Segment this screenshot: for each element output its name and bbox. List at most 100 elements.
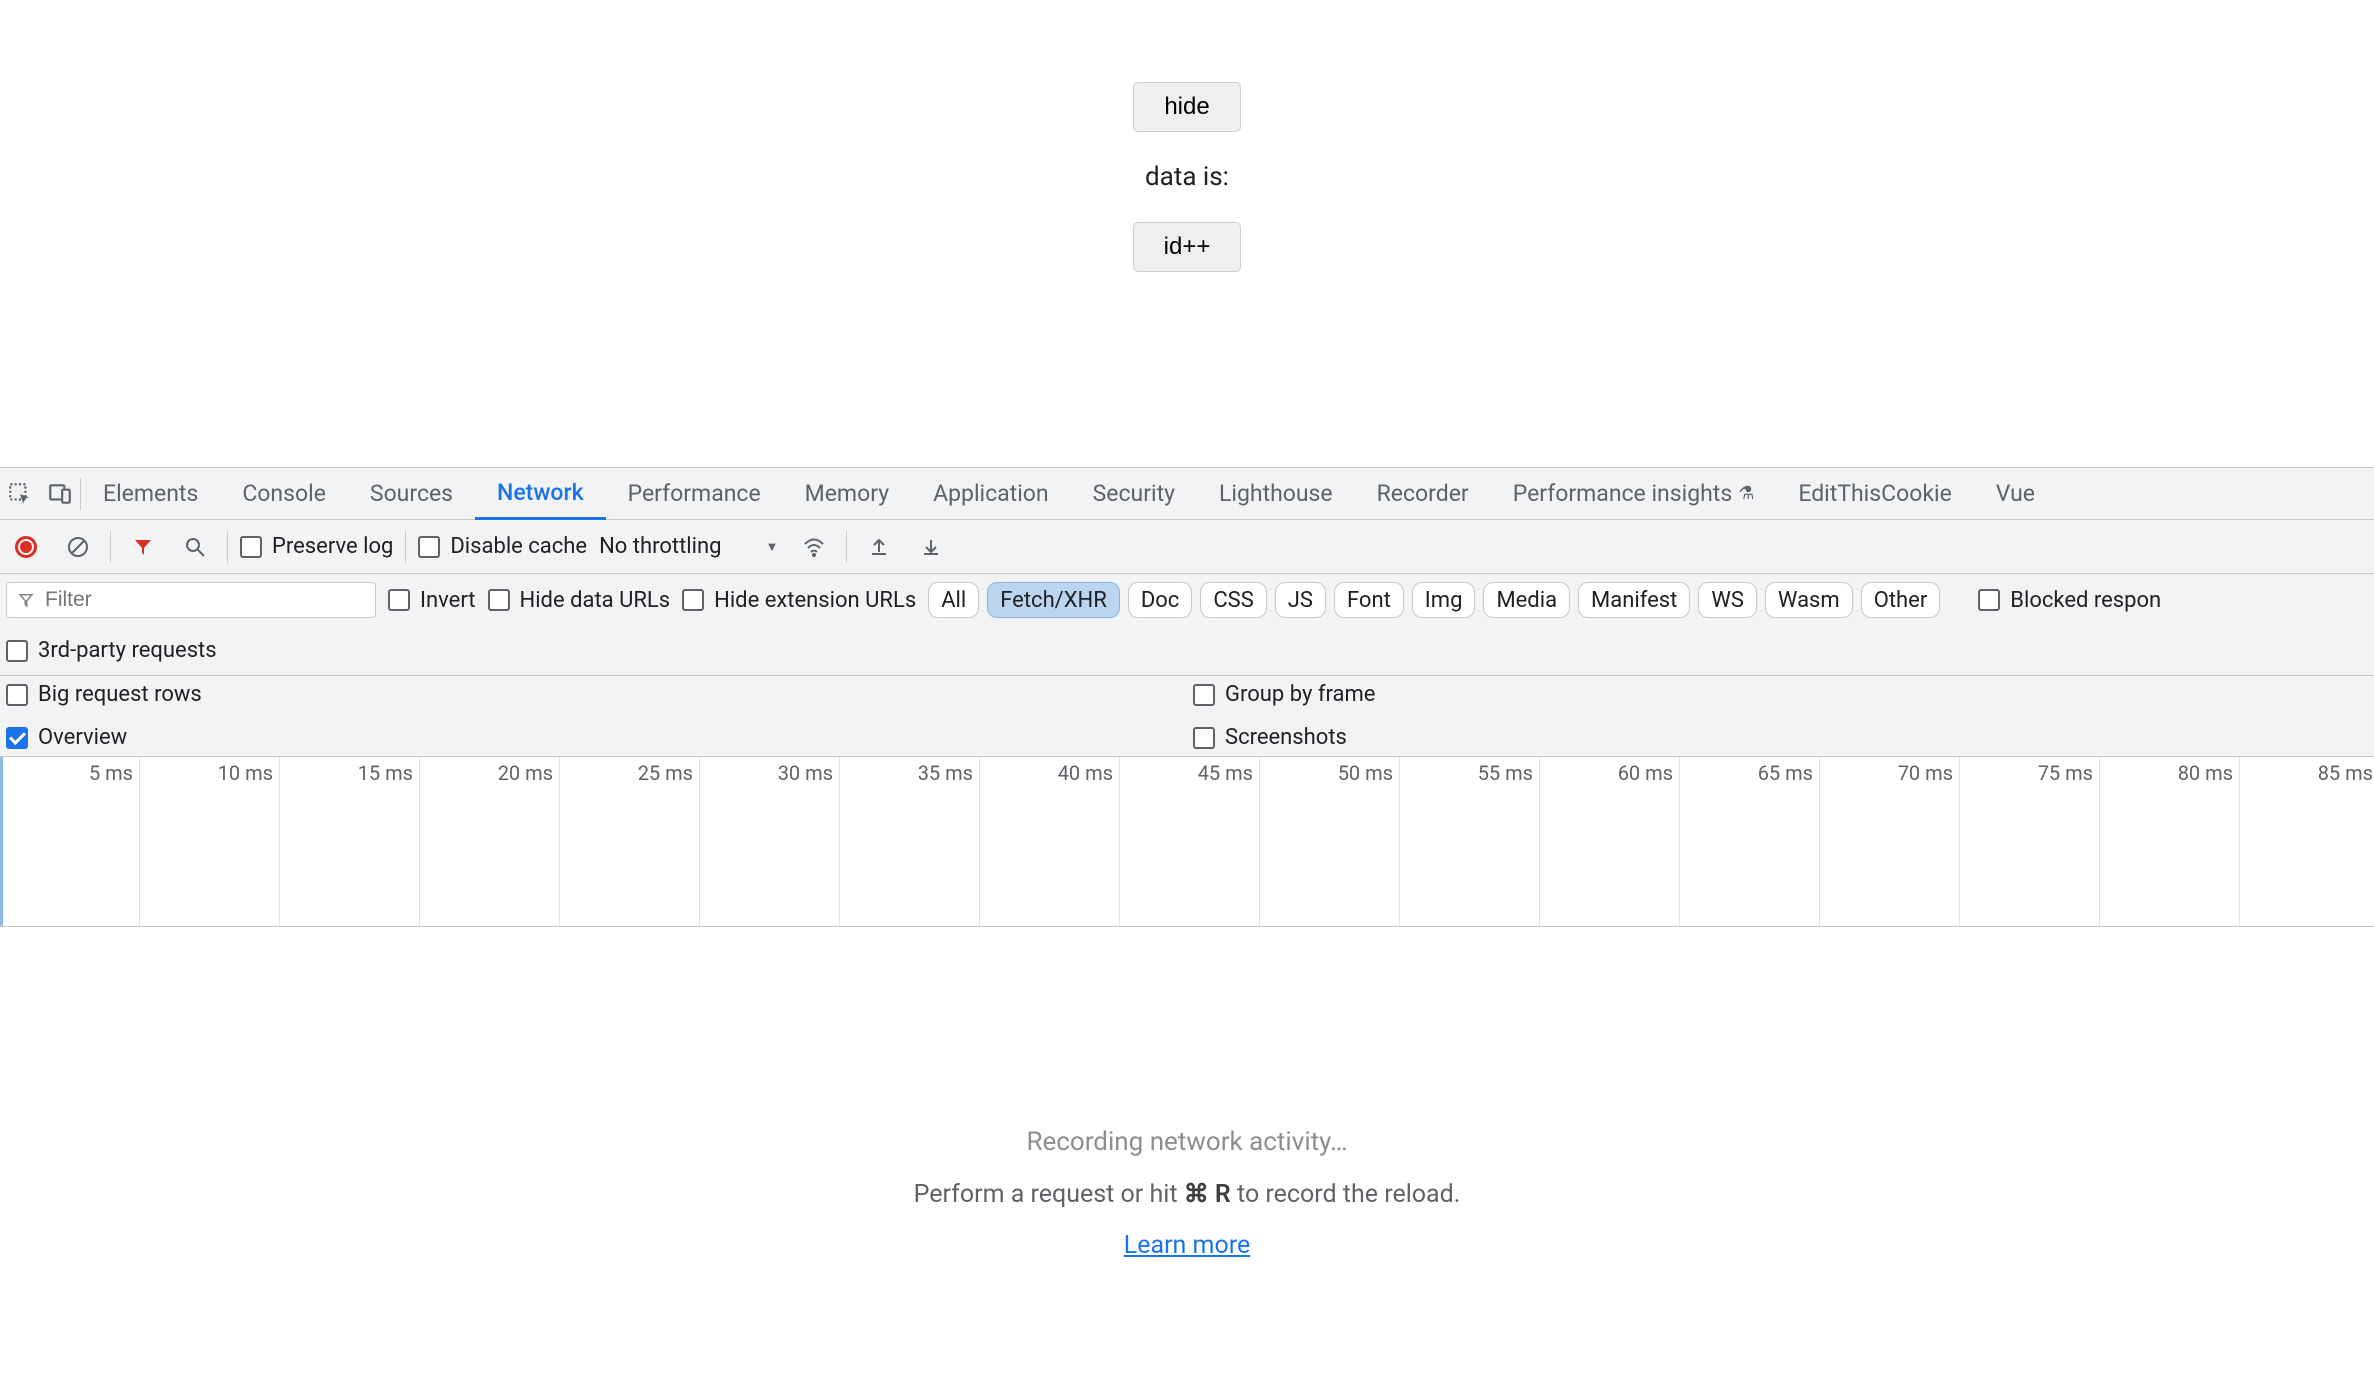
network-filter-bar: Invert Hide data URLs Hide extension URL…	[0, 574, 2374, 626]
throttling-value: No throttling	[599, 534, 721, 559]
pill-ws[interactable]: WS	[1698, 582, 1757, 618]
inspect-element-icon[interactable]	[0, 473, 40, 515]
tab-application[interactable]: Application	[911, 468, 1071, 520]
timeline-tick: 5 ms	[0, 757, 140, 926]
timeline-tick: 55 ms	[1400, 757, 1540, 926]
timeline-tick: 65 ms	[1680, 757, 1820, 926]
hide-data-urls-checkbox[interactable]: Hide data URLs	[488, 588, 671, 613]
big-request-rows-label: Big request rows	[38, 682, 202, 707]
pill-img[interactable]: Img	[1412, 582, 1476, 618]
toolbar-divider	[227, 531, 228, 563]
hide-extension-urls-checkbox[interactable]: Hide extension URLs	[682, 588, 916, 613]
pill-all[interactable]: All	[928, 582, 979, 618]
pill-js[interactable]: JS	[1275, 582, 1326, 618]
flask-icon: ⚗	[1738, 483, 1754, 504]
recording-text: Recording network activity…	[1026, 1127, 1347, 1157]
timeline-tick: 25 ms	[560, 757, 700, 926]
invert-label: Invert	[420, 588, 476, 613]
pill-wasm[interactable]: Wasm	[1765, 582, 1853, 618]
hide-data-urls-label: Hide data URLs	[520, 588, 671, 613]
tab-sources[interactable]: Sources	[348, 468, 475, 520]
pill-other[interactable]: Other	[1861, 582, 1941, 618]
group-by-frame-checkbox[interactable]: Group by frame	[1193, 682, 2368, 707]
clear-button[interactable]	[58, 527, 98, 567]
timeline-tick: 20 ms	[420, 757, 560, 926]
download-har-icon[interactable]	[911, 527, 951, 567]
tab-performance-insights[interactable]: Performance insights⚗	[1491, 468, 1777, 520]
tab-vue[interactable]: Vue	[1974, 468, 2057, 520]
pill-css[interactable]: CSS	[1200, 582, 1266, 618]
record-button[interactable]	[6, 527, 46, 567]
data-is-text: data is:	[1145, 162, 1229, 192]
timeline-tick: 30 ms	[700, 757, 840, 926]
tab-recorder[interactable]: Recorder	[1355, 468, 1491, 520]
hide-button[interactable]: hide	[1133, 82, 1240, 132]
timeline-tick: 45 ms	[1120, 757, 1260, 926]
network-conditions-icon[interactable]	[794, 527, 834, 567]
toolbar-divider	[405, 531, 406, 563]
tabs-container: ElementsConsoleSourcesNetworkPerformance…	[81, 468, 2057, 520]
toolbar-divider	[846, 531, 847, 563]
empty-state: Recording network activity… Perform a re…	[0, 927, 2374, 1387]
overview-checkbox[interactable]: Overview	[6, 725, 1181, 750]
pill-media[interactable]: Media	[1483, 582, 1570, 618]
funnel-icon	[17, 591, 35, 609]
devtools-tab-strip: ElementsConsoleSourcesNetworkPerformance…	[0, 468, 2374, 520]
tab-console[interactable]: Console	[220, 468, 348, 520]
timeline-tick: 80 ms	[2100, 757, 2240, 926]
toolbar-divider	[110, 531, 111, 563]
hide-extension-urls-label: Hide extension URLs	[714, 588, 916, 613]
third-party-checkbox[interactable]: 3rd-party requests	[6, 638, 217, 663]
search-icon[interactable]	[175, 527, 215, 567]
tab-security[interactable]: Security	[1071, 468, 1197, 520]
tab-lighthouse[interactable]: Lighthouse	[1197, 468, 1355, 520]
timeline-tick: 60 ms	[1540, 757, 1680, 926]
overview-label: Overview	[38, 725, 127, 750]
blocked-response-checkbox[interactable]: Blocked respon	[1978, 588, 2161, 613]
timeline-overview[interactable]: 5 ms10 ms15 ms20 ms25 ms30 ms35 ms40 ms4…	[0, 757, 2374, 927]
tab-network[interactable]: Network	[475, 468, 606, 520]
devtools-panel: ElementsConsoleSourcesNetworkPerformance…	[0, 468, 2374, 1387]
filter-toggle-icon[interactable]	[123, 527, 163, 567]
timeline-tick: 10 ms	[140, 757, 280, 926]
filter-input[interactable]	[6, 582, 376, 618]
id-increment-button[interactable]: id++	[1133, 222, 1242, 272]
page-content: hide data is: id++	[0, 0, 2374, 468]
timeline-tick: 35 ms	[840, 757, 980, 926]
throttling-select[interactable]: No throttling ▼	[599, 534, 782, 559]
learn-more-link[interactable]: Learn more	[1124, 1231, 1250, 1260]
big-request-rows-checkbox[interactable]: Big request rows	[6, 682, 1181, 707]
device-toggle-icon[interactable]	[40, 473, 80, 515]
pill-doc[interactable]: Doc	[1128, 582, 1193, 618]
preserve-log-checkbox[interactable]: Preserve log	[240, 534, 393, 559]
screenshots-checkbox[interactable]: Screenshots	[1193, 725, 2368, 750]
pill-fetchxhr[interactable]: Fetch/XHR	[987, 582, 1120, 618]
timeline-tick: 40 ms	[980, 757, 1120, 926]
tab-memory[interactable]: Memory	[783, 468, 911, 520]
upload-har-icon[interactable]	[859, 527, 899, 567]
timeline-tick: 85 ms	[2240, 757, 2374, 926]
disable-cache-label: Disable cache	[450, 534, 587, 559]
type-filter-pills: AllFetch/XHRDocCSSJSFontImgMediaManifest…	[928, 582, 1940, 618]
tab-performance[interactable]: Performance	[606, 468, 783, 520]
disable-cache-checkbox[interactable]: Disable cache	[418, 534, 587, 559]
timeline-tick: 75 ms	[1960, 757, 2100, 926]
blocked-response-label: Blocked respon	[2010, 588, 2161, 613]
group-by-frame-label: Group by frame	[1225, 682, 1375, 707]
third-party-filter-bar: 3rd-party requests	[0, 626, 2374, 676]
third-party-label: 3rd-party requests	[38, 638, 217, 663]
filter-text-field[interactable]	[45, 588, 365, 612]
display-options-row: Big request rows Overview Group by frame…	[0, 676, 2374, 757]
screenshots-label: Screenshots	[1225, 725, 1347, 750]
hint-text: Perform a request or hit ⌘ R to record t…	[914, 1179, 1461, 1209]
pill-manifest[interactable]: Manifest	[1578, 582, 1690, 618]
timeline-tick: 15 ms	[280, 757, 420, 926]
network-toolbar-main: Preserve log Disable cache No throttling…	[0, 520, 2374, 574]
tab-editthiscookie[interactable]: EditThisCookie	[1776, 468, 1973, 520]
tab-elements[interactable]: Elements	[81, 468, 220, 520]
invert-checkbox[interactable]: Invert	[388, 588, 476, 613]
preserve-log-label: Preserve log	[272, 534, 393, 559]
timeline-tick: 50 ms	[1260, 757, 1400, 926]
timeline-tick: 70 ms	[1820, 757, 1960, 926]
pill-font[interactable]: Font	[1334, 582, 1404, 618]
